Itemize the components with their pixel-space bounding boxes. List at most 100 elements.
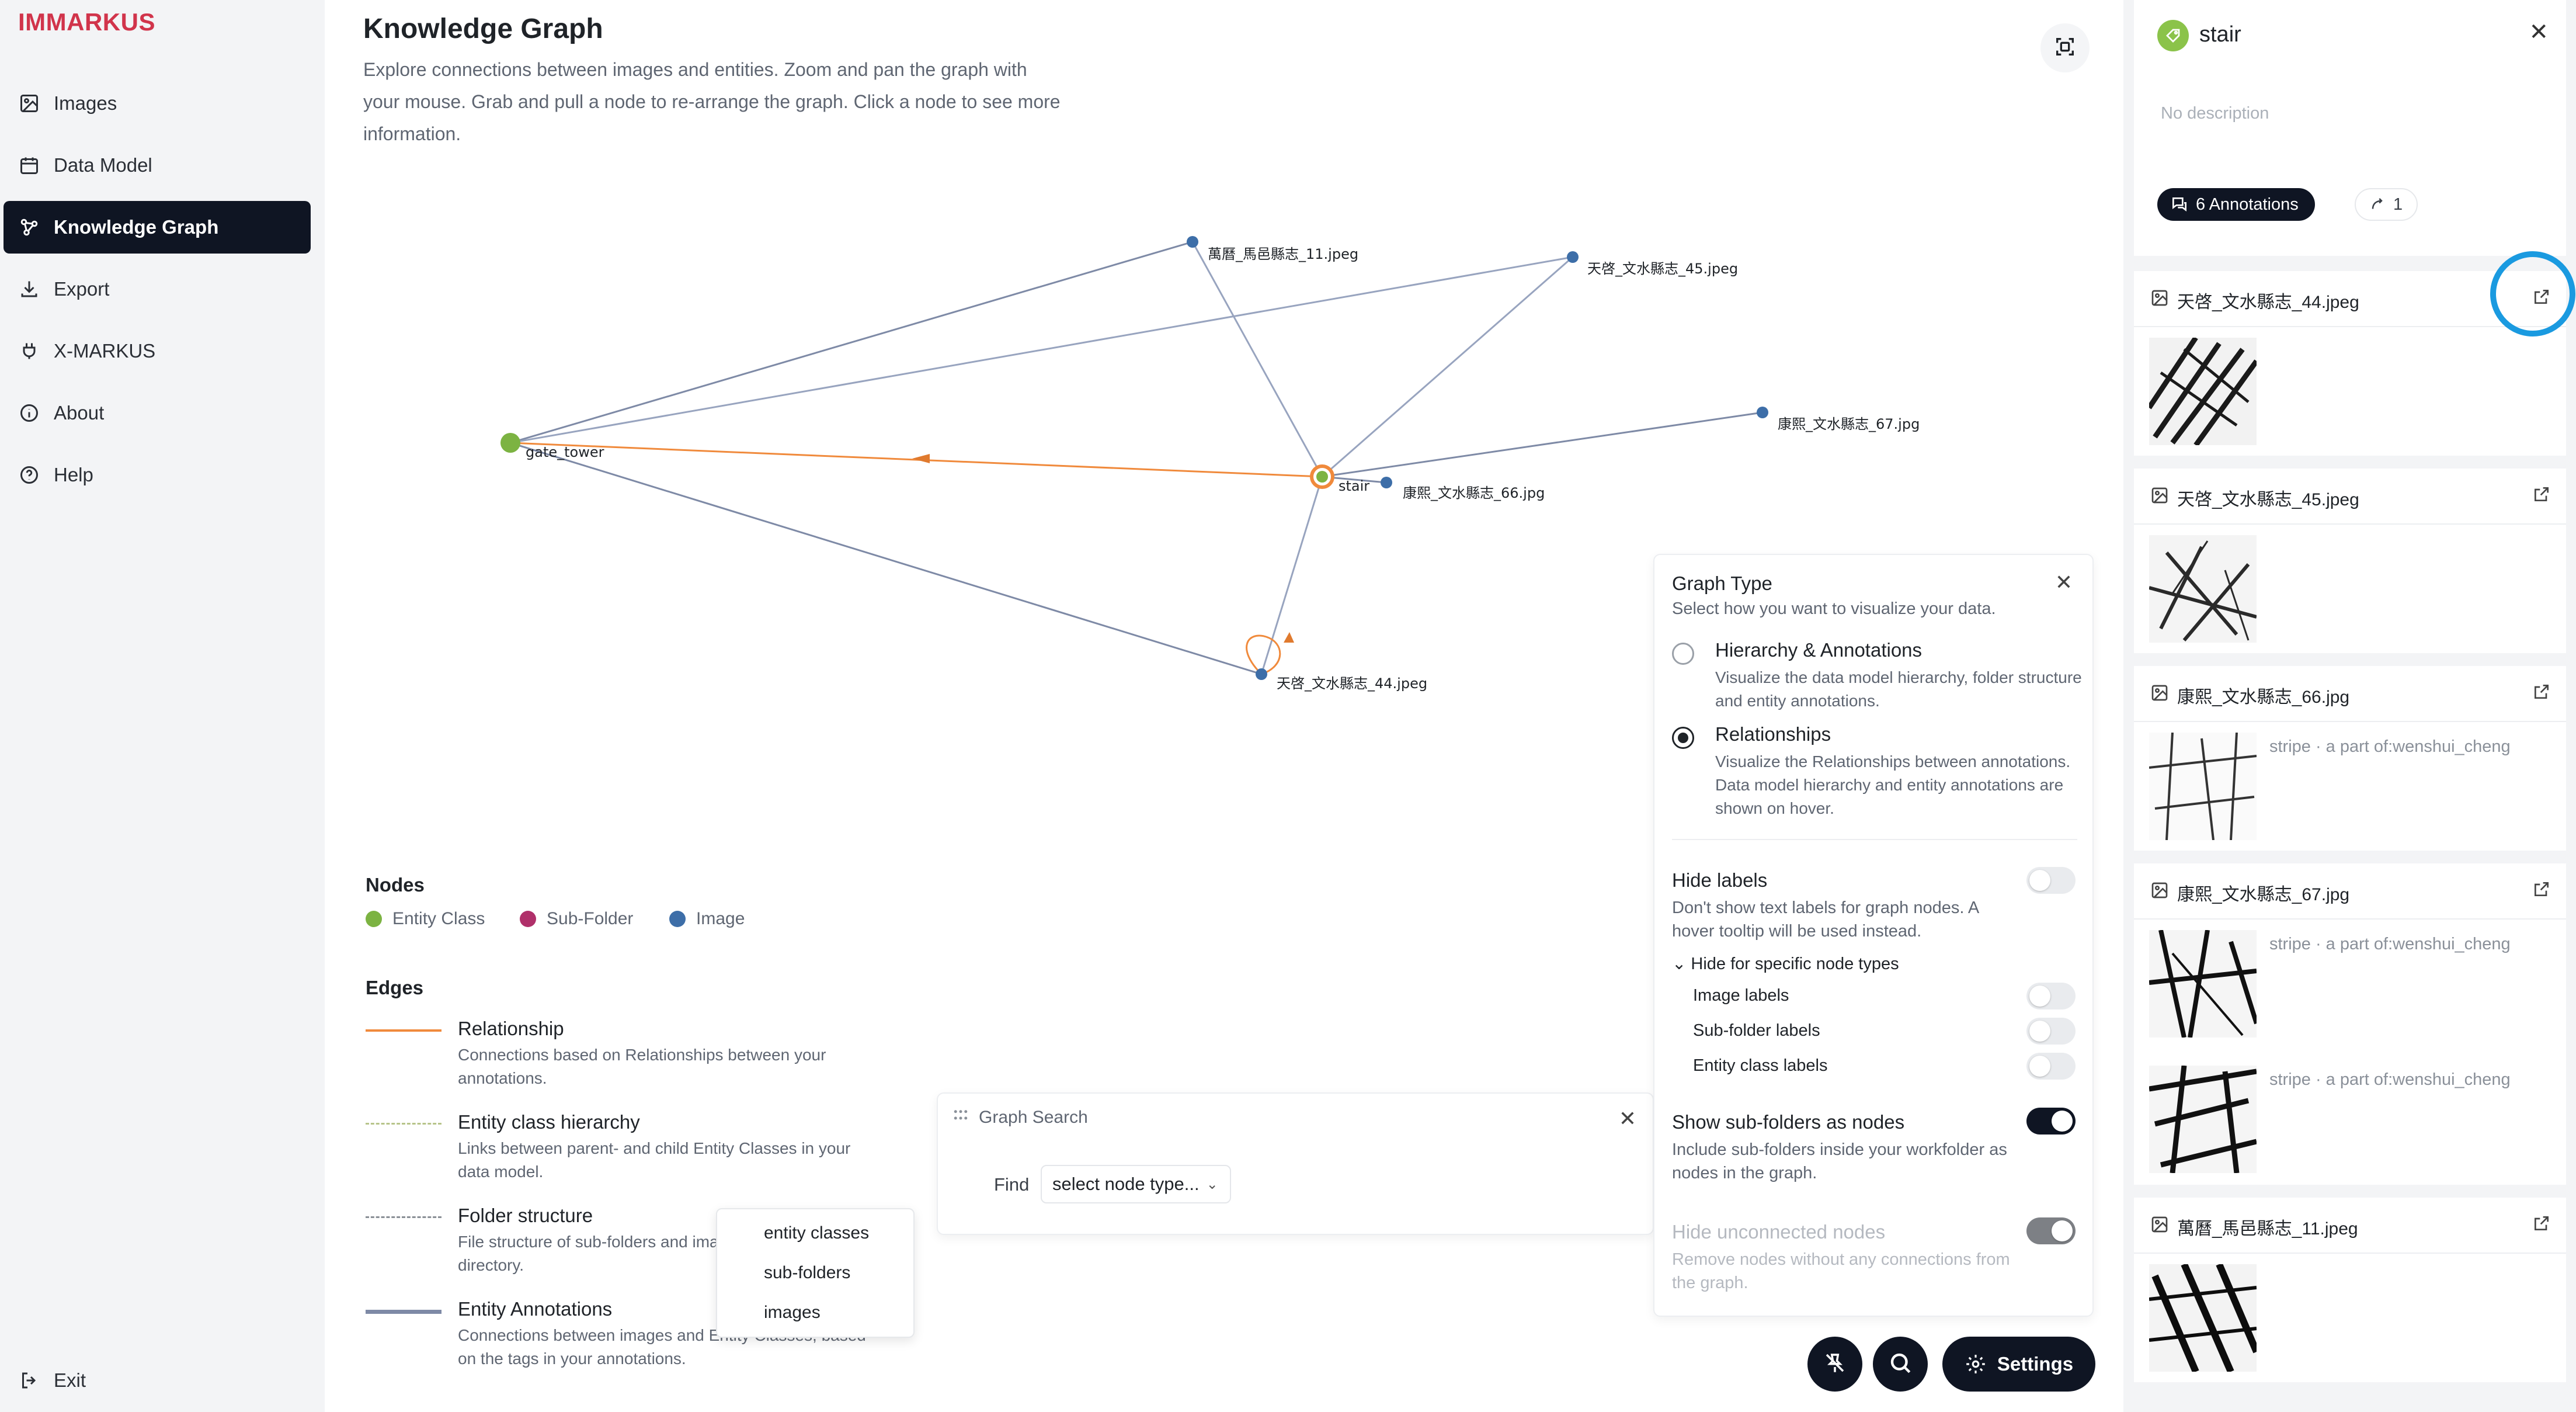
image-icon [2150, 881, 2169, 903]
image-labels-toggle[interactable] [2026, 983, 2076, 1009]
graph-type-title: Graph Type [1672, 573, 1772, 594]
image-filename: 康熙_文水縣志_67.jpg [2177, 885, 2350, 904]
entity-class-labels-label: Entity class labels [1693, 1056, 1828, 1075]
graph-node-image[interactable] [1381, 477, 1392, 488]
close-icon[interactable]: ✕ [2529, 19, 2549, 46]
graph-node-image[interactable] [1757, 407, 1768, 418]
radio-button[interactable] [1672, 643, 1694, 665]
nav-item-data-model[interactable]: Data Model [4, 139, 311, 192]
show-subfolders-toggle[interactable] [2026, 1108, 2076, 1135]
external-link-icon[interactable] [2532, 880, 2551, 901]
image-thumbnail[interactable] [2149, 338, 2257, 445]
nav-item-export[interactable]: Export [4, 263, 311, 315]
chevron-down-icon: ⌄ [1672, 955, 1687, 973]
nav-item-knowledge-graph[interactable]: Knowledge Graph [4, 201, 311, 254]
hide-labels-title: Hide labels [1672, 869, 1768, 891]
hide-unconnected-title: Hide unconnected nodes [1672, 1221, 1886, 1243]
nav-item-help[interactable]: Help [4, 449, 311, 501]
pin-off-icon [1823, 1351, 1847, 1378]
exit-button[interactable]: Exit [4, 1354, 311, 1407]
dropdown-option-sub-folders[interactable]: sub-folders [717, 1254, 913, 1292]
graph-icon [18, 216, 41, 239]
nav-item-x-markus[interactable]: X-MARKUS [4, 325, 311, 377]
comments-icon [2172, 197, 2186, 211]
image-icon [18, 92, 41, 115]
graph-node-gate-tower[interactable] [500, 433, 520, 453]
gear-icon [1966, 1355, 1985, 1373]
relations-count-badge[interactable]: 1 [2355, 188, 2418, 221]
nav-item-label: Images [54, 92, 117, 114]
legend-edge-name: Entity class hierarchy [458, 1111, 640, 1133]
settings-button[interactable]: Settings [1942, 1337, 2095, 1392]
node-type-select-value: select node type... [1052, 1174, 1200, 1194]
close-icon[interactable]: ✕ [1619, 1106, 1636, 1131]
graph-node-image[interactable] [1187, 236, 1198, 248]
entity-class-labels-toggle[interactable] [2026, 1053, 2076, 1080]
radio-label: Hierarchy & Annotations [1715, 639, 1923, 661]
image-filename: 天啓_文水縣志_44.jpeg [2177, 293, 2359, 312]
image-thumbnail[interactable] [2149, 1066, 2257, 1173]
image-thumbnail[interactable] [2149, 1264, 2257, 1372]
image-card-header: 萬曆_馬邑縣志_11.jpeg [2134, 1198, 2566, 1254]
image-icon [2150, 486, 2169, 508]
node-type-select[interactable]: select node type... ⌄ [1041, 1165, 1231, 1203]
search-icon [1888, 1351, 1913, 1378]
graph-node-image[interactable] [1567, 251, 1579, 263]
entity-name: stair [2199, 22, 2241, 47]
nav-item-images[interactable]: Images [4, 77, 311, 130]
external-link-icon[interactable] [2532, 682, 2551, 704]
image-thumbnail[interactable] [2149, 930, 2257, 1038]
image-card[interactable]: 康熙_文水縣志_67.jpg stripe · a part of:wenshu… [2134, 863, 2566, 1185]
node-type-dropdown: entity classes sub-folders images [716, 1208, 915, 1338]
image-card-header: 天啓_文水縣志_45.jpeg [2134, 469, 2566, 525]
node-label: 康熙_文水縣志_66.jpg [1403, 485, 1545, 501]
info-icon [18, 401, 41, 425]
image-thumbnail[interactable] [2149, 733, 2257, 840]
radio-desc: Visualize the Relationships between anno… [1715, 752, 2071, 817]
entity-description: No description [2161, 104, 2269, 123]
relations-count-label: 1 [2393, 195, 2403, 214]
nav-item-label: X-MARKUS [54, 340, 156, 362]
hide-unconnected-toggle[interactable] [2026, 1217, 2076, 1244]
legend-label: Entity Class [392, 909, 485, 928]
show-subfolders-title: Show sub-folders as nodes [1672, 1111, 1905, 1133]
node-label: 萬曆_馬邑縣志_11.jpeg [1208, 246, 1358, 262]
hierarchy-line-icon [366, 1123, 441, 1125]
legend-label: Sub-Folder [547, 909, 634, 928]
hide-unconnected-desc: Remove nodes without any connections fro… [1672, 1250, 2010, 1292]
image-card[interactable]: 萬曆_馬邑縣志_11.jpeg [2134, 1198, 2566, 1382]
graph-node-image[interactable] [1256, 668, 1267, 680]
search-button[interactable] [1873, 1337, 1928, 1392]
image-card[interactable]: 天啓_文水縣志_45.jpeg [2134, 469, 2566, 653]
drag-handle-icon[interactable] [952, 1106, 969, 1127]
toggle-pin-button[interactable] [1807, 1337, 1862, 1392]
external-link-icon[interactable] [2532, 1214, 2551, 1236]
image-card-header: 康熙_文水縣志_66.jpg [2134, 666, 2566, 722]
subfolder-labels-toggle[interactable] [2026, 1018, 2076, 1045]
legend-edge-name: Entity Annotations [458, 1298, 613, 1320]
legend-node-subfolder: Sub-Folder [520, 909, 633, 929]
image-card[interactable]: 康熙_文水縣志_66.jpg stripe · a part of:wenshu… [2134, 666, 2566, 851]
chevron-down-icon: ⌄ [1206, 1176, 1218, 1192]
nav-item-label: About [54, 402, 105, 424]
nav-item-about[interactable]: About [4, 387, 311, 439]
logout-icon [18, 1369, 41, 1392]
radio-button-selected[interactable] [1672, 727, 1694, 749]
brand-logo: IMMARKUS [18, 8, 155, 36]
annotations-count-badge[interactable]: 6 Annotations [2157, 188, 2315, 221]
divider [1672, 839, 2077, 840]
dropdown-option-entity-classes[interactable]: entity classes [717, 1214, 913, 1253]
node-label: 天啓_文水縣志_45.jpeg [1587, 261, 1738, 277]
hide-labels-toggle[interactable] [2026, 867, 2076, 894]
relationship-line-icon [366, 1029, 441, 1032]
dropdown-option-images[interactable]: images [717, 1293, 913, 1332]
graph-settings-panel: Graph Type Select how you want to visual… [1653, 554, 2094, 1317]
detail-header: stair ✕ No description 6 Annotations 1 [2134, 0, 2566, 256]
annotation-text: stripe · a part of:wenshui_cheng [2269, 737, 2511, 756]
edge-annotation [1191, 241, 1323, 477]
image-thumbnail[interactable] [2149, 535, 2257, 643]
edge-annotation [1322, 256, 1573, 478]
hide-specific-expander[interactable]: ⌄ Hide for specific node types [1672, 953, 1899, 974]
close-icon[interactable]: ✕ [2055, 570, 2073, 595]
external-link-icon[interactable] [2532, 485, 2551, 506]
